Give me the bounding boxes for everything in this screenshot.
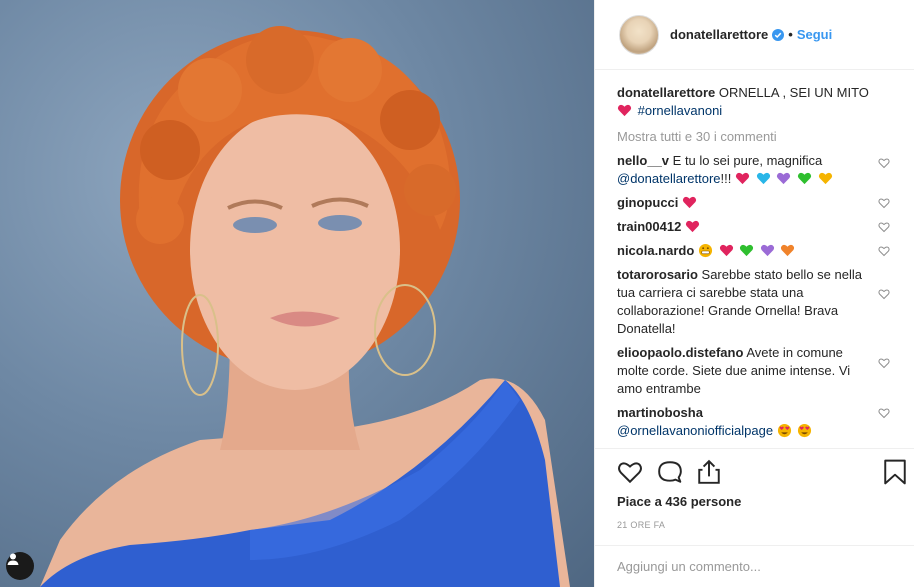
verified-badge-icon xyxy=(772,28,785,41)
caption-username[interactable]: donatellarettore xyxy=(617,85,715,100)
comment-icon[interactable] xyxy=(657,459,683,485)
bookmark-icon[interactable] xyxy=(883,459,907,485)
user-tag-icon xyxy=(7,553,19,565)
header-username[interactable]: donatellarettore xyxy=(670,27,768,42)
green-heart-emoji-icon xyxy=(797,172,811,185)
comment-item: nello__v E tu lo sei pure, magnifica @do… xyxy=(617,152,890,188)
follow-button[interactable]: Segui xyxy=(797,27,832,42)
comment-username[interactable]: elioopaolo.distefano xyxy=(617,345,743,360)
red-heart-emoji-icon xyxy=(735,172,750,185)
like-comment-heart-icon[interactable] xyxy=(878,221,890,233)
post-photo[interactable] xyxy=(0,0,594,587)
comment-item: ginopucci xyxy=(617,194,890,212)
caption-hashtag[interactable]: #ornellavanoni xyxy=(638,103,723,118)
heart-eyes-emoji-icon xyxy=(777,423,791,438)
comment-username[interactable]: nello__v xyxy=(617,153,669,168)
heart-icon[interactable] xyxy=(617,459,643,485)
comment-username[interactable]: ginopucci xyxy=(617,195,678,210)
separator-dot: • xyxy=(788,27,793,42)
comment-username[interactable]: nicola.nardo xyxy=(617,243,694,258)
add-comment-placeholder: Aggiungi un commento... xyxy=(617,559,761,574)
comment-username[interactable]: train00412 xyxy=(617,219,681,234)
like-comment-heart-icon[interactable] xyxy=(878,157,890,169)
red-heart-emoji-icon xyxy=(617,104,632,117)
yellow-heart-emoji-icon xyxy=(818,172,832,185)
share-icon[interactable] xyxy=(696,459,722,485)
portrait-image xyxy=(40,26,570,587)
post-actions: Piace a 436 persone 21 ORE FA Aggiungi u… xyxy=(595,448,914,587)
like-comment-heart-icon[interactable] xyxy=(878,245,890,257)
post-panel: donatellarettore • Segui donatellarettor… xyxy=(594,0,914,587)
avatar[interactable] xyxy=(619,14,659,55)
comment-item: train00412 xyxy=(617,218,890,236)
like-comment-heart-icon[interactable] xyxy=(878,288,890,300)
comment-text: E tu lo sei pure, magnifica xyxy=(672,153,823,168)
green-heart-emoji-icon xyxy=(740,244,754,257)
red-heart-emoji-icon xyxy=(685,220,700,233)
comments-list: donatellarettore ORNELLA , SEI UN MITO #… xyxy=(617,84,890,440)
post-timestamp: 21 ORE FA xyxy=(617,520,666,530)
grinning-face-emoji-icon xyxy=(698,243,712,258)
purple-heart-emoji-icon xyxy=(777,172,791,185)
comment-item: totarorosario Sarebbe stato bello se nel… xyxy=(617,266,890,338)
user-tag-button[interactable] xyxy=(6,552,34,580)
orange-heart-emoji-icon xyxy=(781,244,795,257)
red-heart-emoji-icon xyxy=(682,196,697,209)
comment-username[interactable]: totarorosario xyxy=(617,267,698,282)
blue-heart-emoji-icon xyxy=(756,172,770,185)
like-comment-heart-icon[interactable] xyxy=(878,407,890,419)
likes-count[interactable]: Piace a 436 persone xyxy=(617,494,741,509)
show-all-comments-link[interactable]: Mostra tutti e 30 i commenti xyxy=(617,128,869,146)
like-comment-heart-icon[interactable] xyxy=(878,357,890,369)
comment-suffix: !!! xyxy=(720,171,732,186)
red-heart-emoji-icon xyxy=(719,244,733,257)
caption: donatellarettore ORNELLA , SEI UN MITO #… xyxy=(617,84,869,120)
comment-item: nicola.nardo xyxy=(617,242,890,260)
comment-item: martinobosha @ornellavanoniofficialpage xyxy=(617,404,890,440)
purple-heart-emoji-icon xyxy=(760,244,774,257)
heart-eyes-emoji-icon xyxy=(798,423,812,438)
comment-username[interactable]: martinobosha xyxy=(617,405,703,420)
comment-mention[interactable]: @donatellarettore xyxy=(617,171,721,186)
add-comment-field[interactable]: Aggiungi un commento... xyxy=(595,545,914,587)
post-header: donatellarettore • Segui xyxy=(595,0,914,70)
caption-text: ORNELLA , SEI UN MITO xyxy=(718,85,869,100)
like-comment-heart-icon[interactable] xyxy=(878,197,890,209)
comment-item: elioopaolo.distefano Avete in comune mol… xyxy=(617,344,890,398)
comment-mention[interactable]: @ornellavanoniofficialpage xyxy=(617,423,773,438)
